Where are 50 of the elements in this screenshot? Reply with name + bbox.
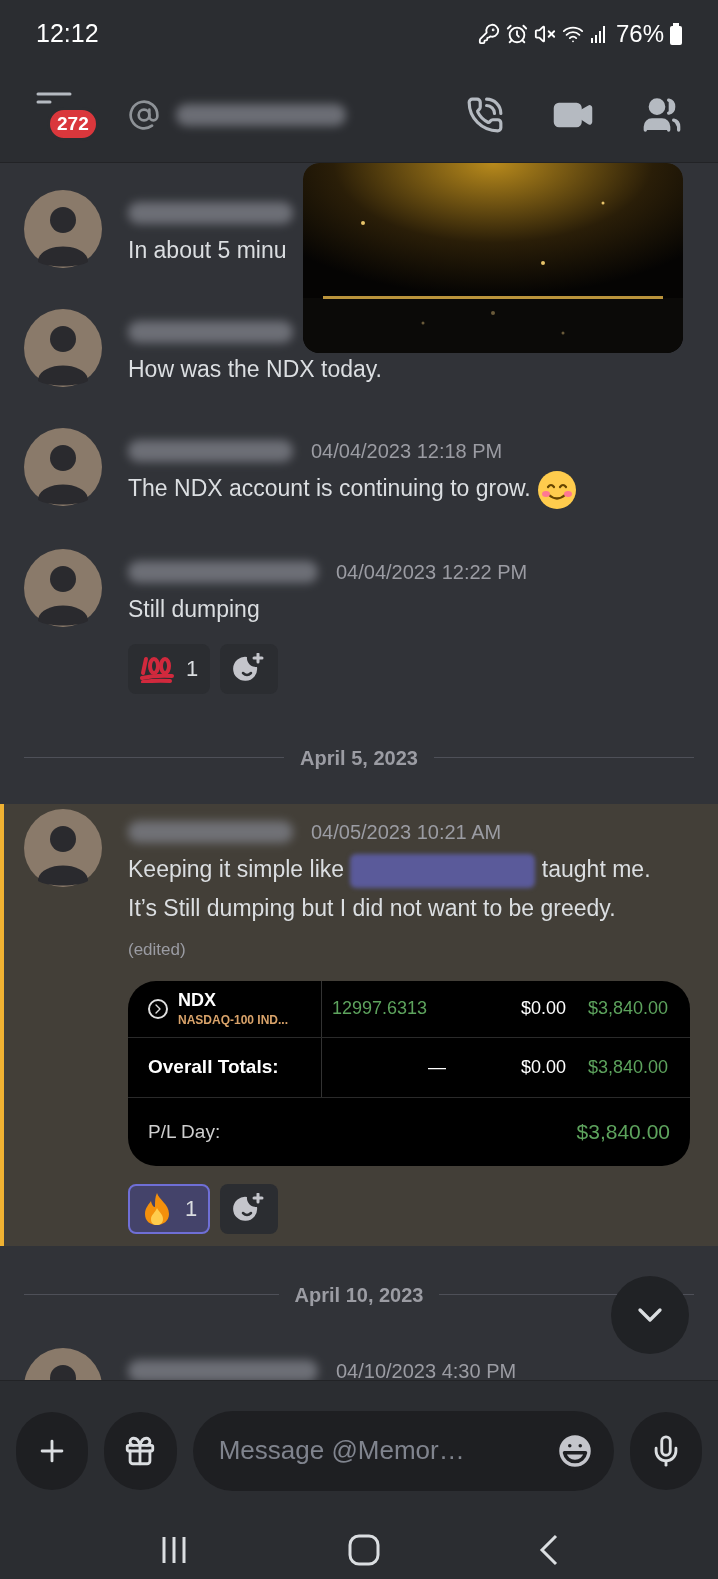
change-cell-text: $0.00 [519,1055,566,1079]
unread-badge: 272 [47,107,99,141]
avatar[interactable] [24,309,102,387]
message-text: In about 5 minu [128,236,288,265]
value-cell-text: $3,840.00 [586,997,669,1021]
symbol-description: NASDAQ-100 IND... [178,1011,289,1029]
timestamp: 04/04/2023 12:18 PM [311,439,503,464]
members-icon[interactable] [642,95,682,135]
battery-icon [670,23,682,45]
message-text: The NDX account is continuing to grow. [128,469,676,510]
smiling-face-icon [536,469,577,510]
home-icon[interactable] [348,1533,380,1566]
signal-icon [589,24,608,44]
date-divider-label: April 10, 2023 [294,1282,424,1308]
battery-percentage: 76% [615,19,664,49]
back-icon[interactable] [538,1533,559,1566]
at-sign-icon [128,99,160,131]
avatar[interactable] [24,428,102,506]
inbox-icon[interactable] [36,92,72,105]
avatar[interactable] [24,548,102,627]
value-cell-text: $3,840.00 [586,1055,669,1079]
message-text: Keeping it simple like taught me. It’s Still dumping but I did not want to be greedy. (edited) [128,852,652,961]
totals-label: Overall Totals: [128,1037,322,1097]
expand-icon[interactable] [148,998,168,1019]
message-input[interactable]: Message @Memor… [218,1431,554,1470]
symbol-label: NDX [178,988,217,1011]
add-reaction-button[interactable] [220,643,278,694]
avatar[interactable] [24,808,102,887]
change-cell-text: $0.00 [519,997,566,1021]
price-cell-text: 12997.6313 [331,997,429,1021]
alarm-icon [505,23,528,45]
timestamp: 04/04/2023 12:22 PM [336,559,528,585]
message-text: How was the NDX today. [128,355,383,384]
timestamp: 04/10/2023 4:30 PM [336,1358,517,1380]
hundred-points-icon [139,654,174,683]
message-text: Still dumping [128,594,261,624]
reaction-chip[interactable]: 1 [128,643,210,694]
clock: 12:12 [36,18,99,50]
pl-label: P/L Day: [148,1119,221,1144]
add-reaction-button[interactable] [220,1183,278,1234]
timestamp: 04/05/2023 10:21 AM [311,819,502,845]
reaction-chip[interactable]: 1 [128,1183,210,1234]
message-bar[interactable]: Message @Memor… [192,1410,614,1491]
price-cell-text: — [427,1055,447,1079]
date-divider-label: April 5, 2023 [300,745,418,771]
avatar[interactable] [24,190,102,268]
key-icon [477,23,500,45]
call-icon[interactable] [466,96,504,134]
mute-icon [533,23,556,45]
pl-value: $3,840.00 [576,1119,670,1146]
